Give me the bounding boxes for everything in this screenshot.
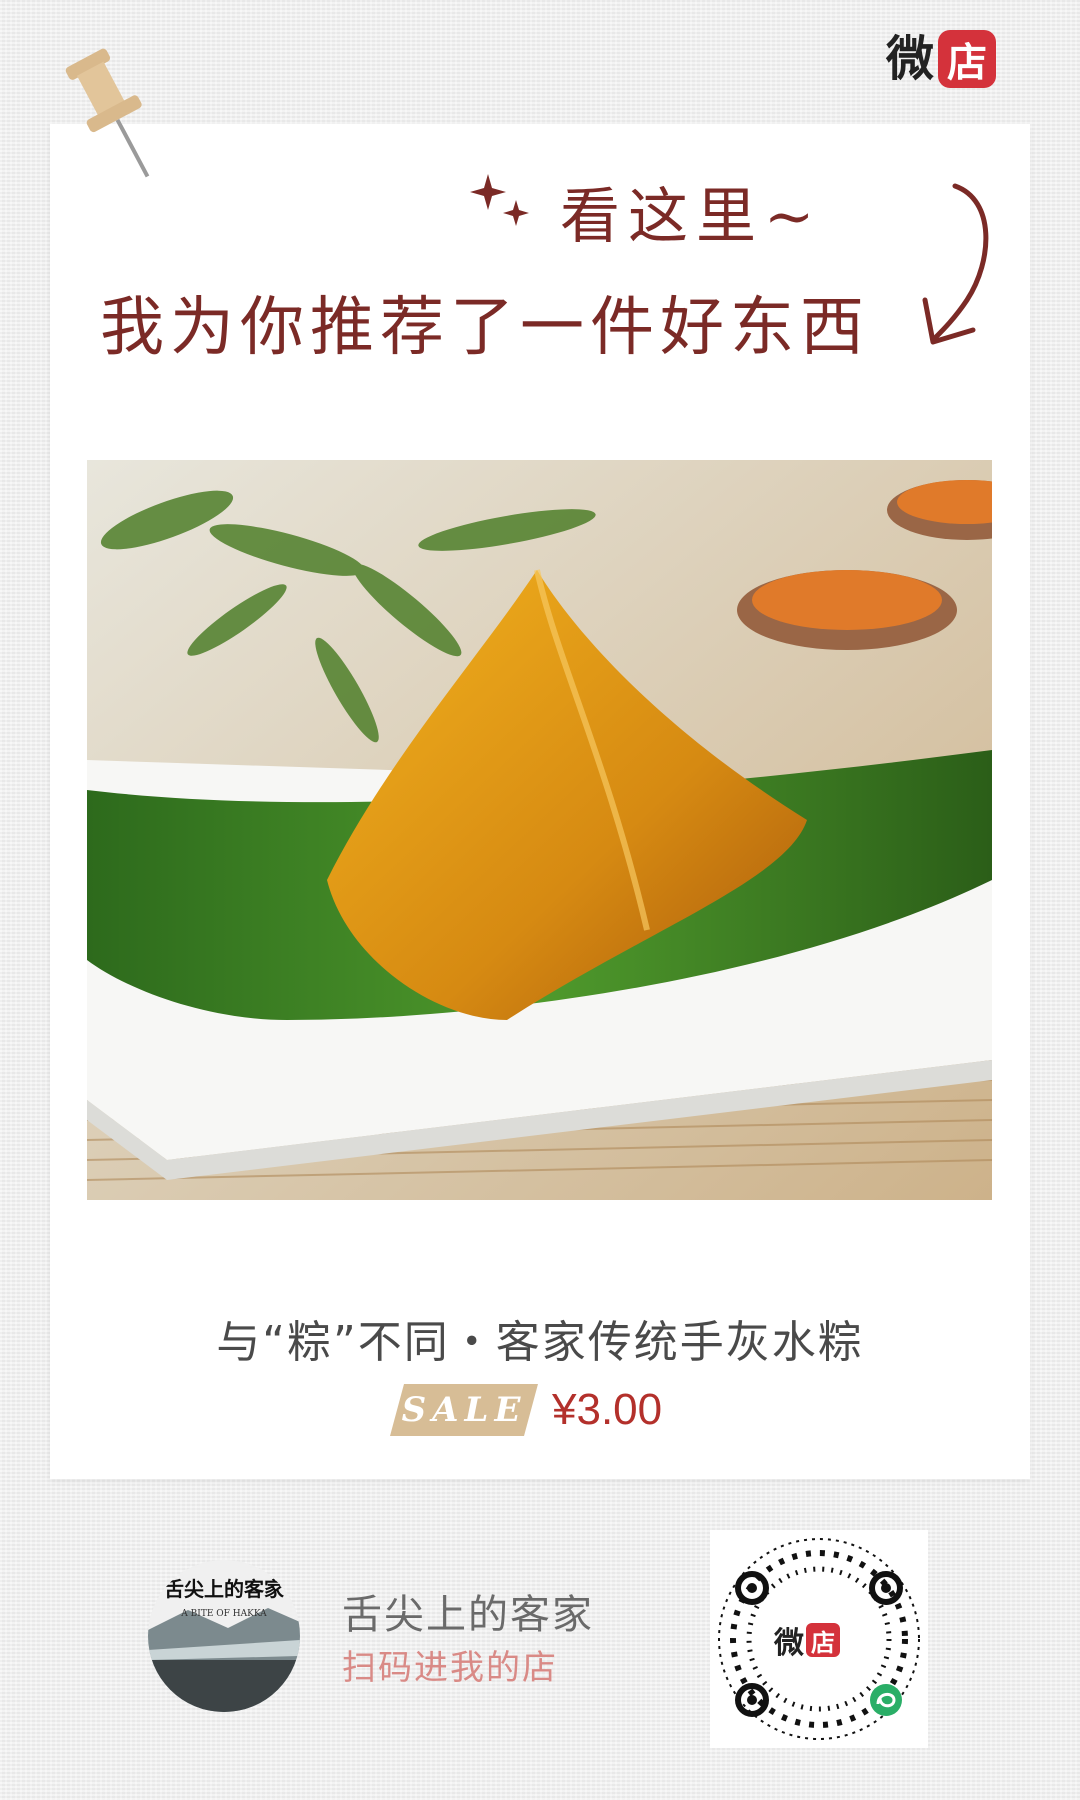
sparkle-icon [470,174,529,226]
product-title[interactable]: 与“粽”不同・客家传统手灰水粽 [90,1306,990,1370]
product-price: ¥3.00 [552,1385,663,1434]
sale-badge: SALE [390,1384,538,1436]
shop-avatar[interactable]: 舌尖上的客家 A BITE OF HAKKA [148,1560,300,1712]
qr-logo-dian: 店 [806,1623,840,1657]
weidian-logo-wei: 微 [885,31,934,87]
shop-cta: 扫码进我的店 [342,1648,558,1688]
mini-program-icon [870,1684,902,1716]
qr-logo-wei: 微 [774,1626,804,1661]
avatar-shop-text: 舌尖上的客家 [164,1577,285,1601]
pushpin-icon [65,48,150,178]
weidian-logo-dian: 店 [938,30,996,88]
weidian-logo: 微 店 [886,28,996,90]
curved-arrow-icon [922,183,989,345]
avatar-shop-subtext: A BITE OF HAKKA [180,1609,267,1619]
qr-center-logo: 微 店 [770,1616,844,1664]
headline-recommend: 我为你推荐了一件好东西 [100,291,870,365]
product-photo[interactable] [87,460,992,1200]
shop-qr-code[interactable]: 微 店 [710,1530,928,1748]
price-row: SALE ¥3.00 [390,1380,662,1440]
shop-name[interactable]: 舌尖上的客家 [342,1582,594,1640]
